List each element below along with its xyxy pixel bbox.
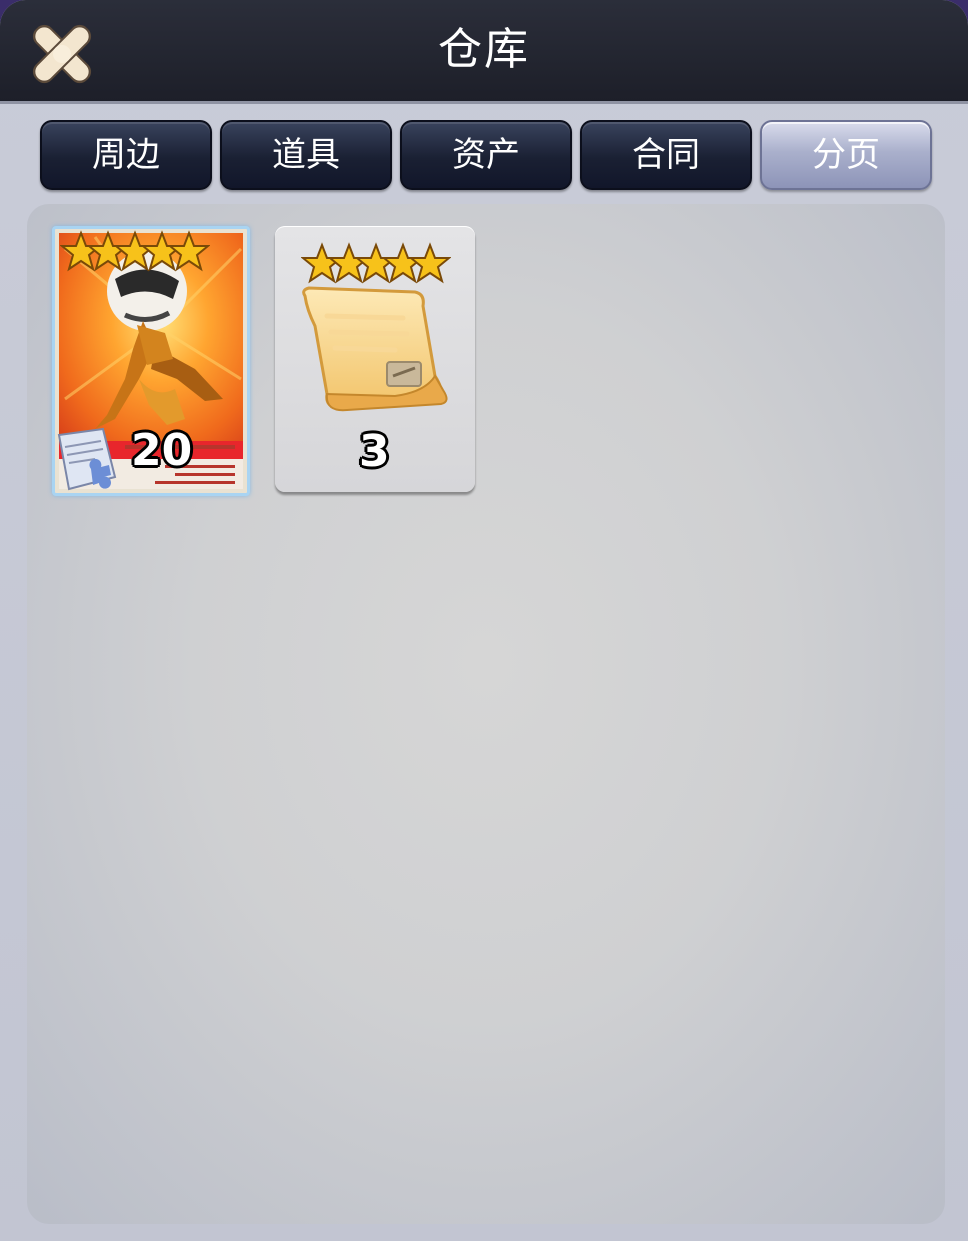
tab-assets[interactable]: 资产 xyxy=(400,120,572,190)
category-tabs: 周边 道具 资产 合同 分页 xyxy=(40,120,932,192)
puzzle-document-icon xyxy=(57,427,117,491)
tab-contracts[interactable]: 合同 xyxy=(580,120,752,190)
inventory-item-contract[interactable]: 3 xyxy=(275,226,475,492)
title-bar: 仓库 xyxy=(0,0,968,104)
item-count: 3 xyxy=(359,426,390,477)
item-count: 20 xyxy=(131,425,193,476)
tab-pages[interactable]: 分页 xyxy=(760,120,932,190)
rating-stars xyxy=(301,242,450,284)
tab-props[interactable]: 道具 xyxy=(220,120,392,190)
window-title: 仓库 xyxy=(438,24,530,75)
tab-peripherals[interactable]: 周边 xyxy=(40,120,212,190)
warehouse-window: 仓库 周边 道具 资产 合同 分页 20 3 xyxy=(0,0,968,1241)
rating-stars xyxy=(60,230,209,272)
